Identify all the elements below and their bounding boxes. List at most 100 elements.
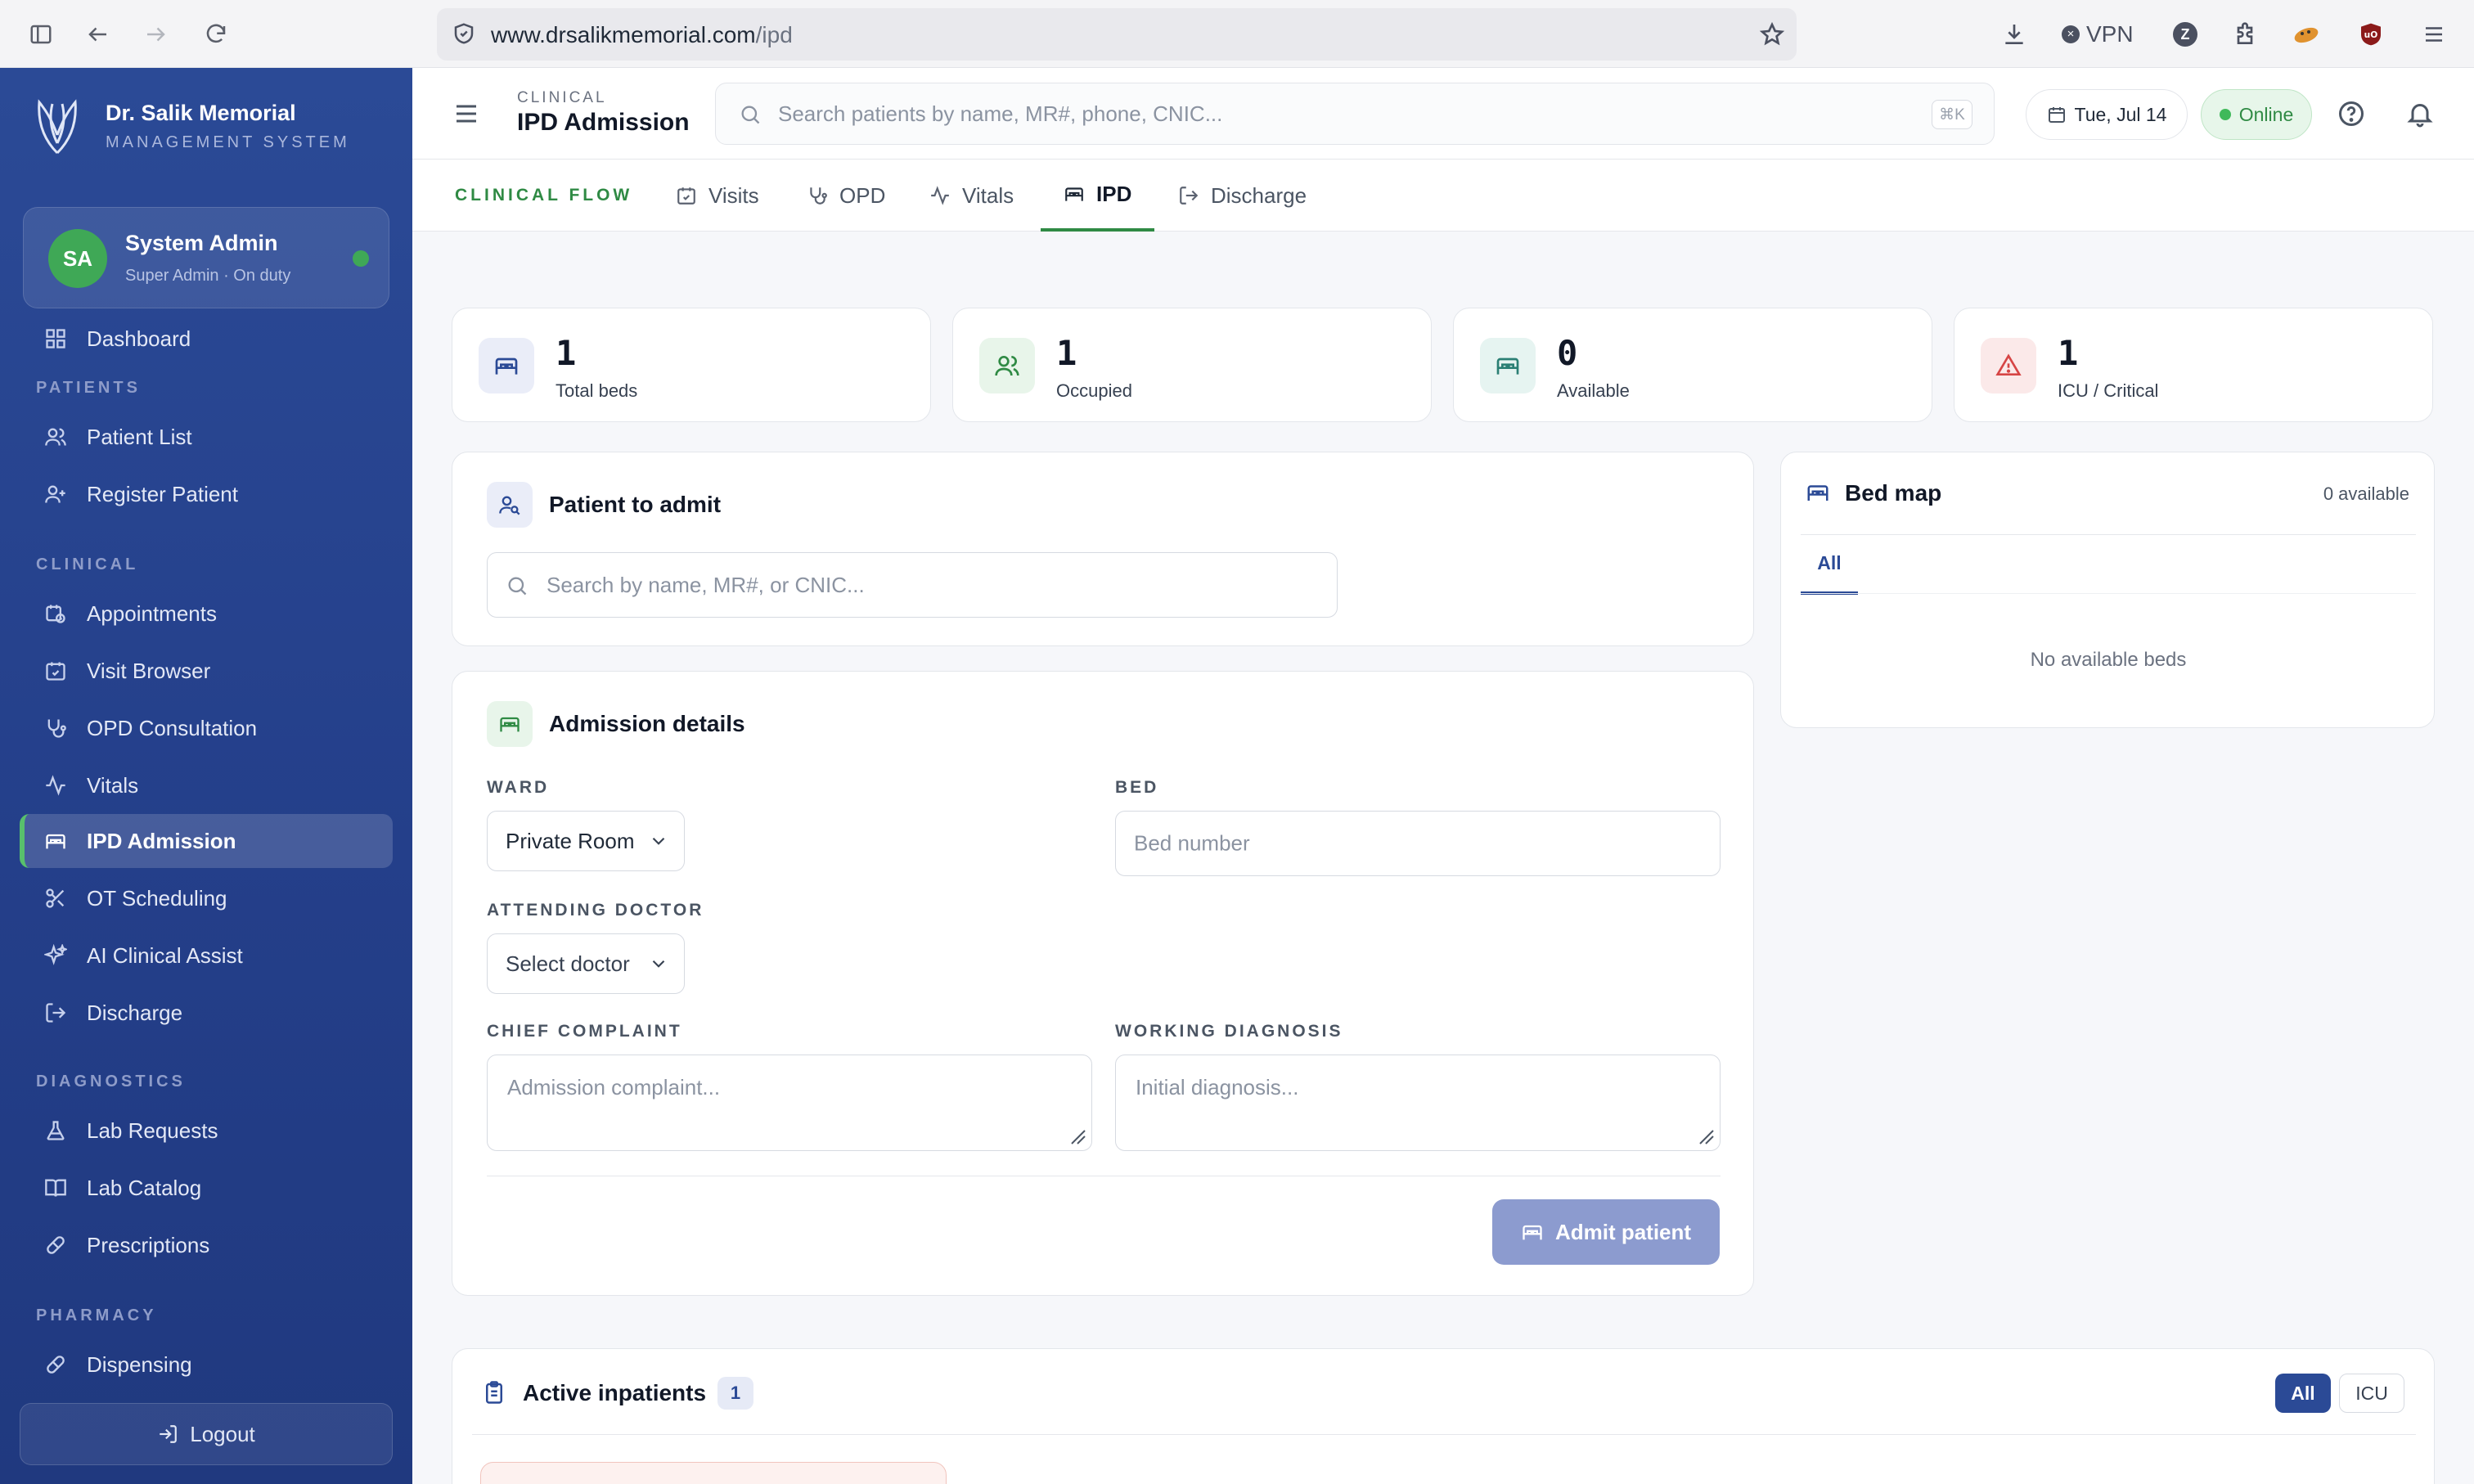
logo-icon	[33, 94, 82, 156]
sidebar-item-register-patient[interactable]: Register Patient	[20, 467, 393, 521]
user-plus-icon	[41, 479, 70, 509]
stat-card-occupied: 1 Occupied	[952, 308, 1432, 422]
hamburger-menu-icon[interactable]	[452, 99, 481, 128]
bell-icon[interactable]	[2405, 99, 2435, 128]
filter-all-button[interactable]: All	[2275, 1374, 2331, 1413]
sidebar-item-patient-list[interactable]: Patient List	[20, 410, 393, 464]
svg-text:uO: uO	[2364, 29, 2378, 40]
diagnosis-placeholder: Initial diagnosis...	[1136, 1075, 1299, 1100]
sidebar-item-appointments[interactable]: Appointments	[20, 587, 393, 641]
bed-icon	[479, 338, 534, 393]
address-bar[interactable]: www.drsalikmemorial.com/ipd	[437, 8, 1797, 61]
ward-select[interactable]: Private Room	[487, 811, 685, 871]
sidebar-item-lab-requests[interactable]: Lab Requests	[20, 1104, 393, 1158]
sidebar-item-discharge[interactable]: Discharge	[20, 986, 393, 1040]
global-search-input[interactable]: Search patients by name, MR#, phone, CNI…	[715, 83, 1995, 145]
back-icon[interactable]	[82, 18, 115, 51]
sidebar-item-dashboard[interactable]: Dashboard	[20, 318, 393, 359]
tab-vitals[interactable]: Vitals	[929, 160, 1014, 232]
patient-search-placeholder: Search by name, MR#, or CNIC...	[547, 573, 865, 597]
admit-patient-button[interactable]: Admit patient	[1492, 1199, 1720, 1265]
sidebar-item-dispensing[interactable]: Dispensing	[20, 1338, 393, 1392]
stethoscope-icon	[41, 713, 70, 743]
download-icon[interactable]	[2001, 18, 2027, 51]
working-diagnosis-textarea[interactable]: Initial diagnosis...	[1115, 1055, 1721, 1151]
clinical-flow-tabs: CLINICAL FLOW Visits OPD Vitals IPD Disc…	[412, 160, 2474, 232]
empty-state-text: No available beds	[2030, 649, 2187, 671]
vpn-off-icon: ×	[2062, 25, 2080, 43]
stat-value: 1	[1056, 333, 1077, 373]
tab-visits[interactable]: Visits	[676, 160, 759, 232]
vpn-label: VPN	[2086, 21, 2134, 47]
section-heading-patients: PATIENTS	[36, 379, 141, 397]
inpatients-count-badge: 1	[717, 1377, 753, 1410]
tab-label: Vitals	[962, 182, 1014, 208]
dashboard-grid-icon	[41, 324, 70, 353]
bookmark-star-icon[interactable]	[1759, 21, 1785, 47]
clinical-flow-label: CLINICAL FLOW	[455, 186, 633, 205]
chief-complaint-textarea[interactable]: Admission complaint...	[487, 1055, 1092, 1151]
resize-handle-icon[interactable]	[1068, 1127, 1086, 1145]
date-pill[interactable]: Tue, Jul 14	[2026, 89, 2188, 140]
sidebar-item-visit-browser[interactable]: Visit Browser	[20, 644, 393, 698]
bed-icon	[1521, 1221, 1544, 1243]
url-text: www.drsalikmemorial.com/ipd	[491, 22, 793, 47]
search-placeholder: Search patients by name, MR#, phone, CNI…	[778, 101, 1223, 126]
sidebar: Dr. Salik Memorial MANAGEMENT SYSTEM SA …	[0, 68, 412, 1484]
stat-value: 0	[1557, 333, 1578, 373]
tab-opd[interactable]: OPD	[807, 160, 885, 232]
sidebar-item-vitals[interactable]: Vitals	[20, 758, 393, 812]
attending-doctor-select[interactable]: Select doctor	[487, 933, 685, 994]
calendar-clock-icon	[41, 599, 70, 628]
sidebar-toggle-icon[interactable]	[25, 18, 57, 51]
attending-doctor-label: ATTENDING DOCTOR	[487, 901, 704, 920]
inpatient-row[interactable]	[480, 1462, 947, 1484]
calendar-icon	[2047, 105, 2067, 124]
sidebar-item-lab-catalog[interactable]: Lab Catalog	[20, 1161, 393, 1215]
ublock-shield-icon[interactable]: uO	[2358, 18, 2384, 51]
bed-number-input[interactable]: Bed number	[1115, 811, 1721, 876]
sidebar-item-ipd-admission[interactable]: IPD Admission	[20, 814, 393, 868]
bed-map-tab-all[interactable]: All	[1801, 534, 1858, 595]
sidebar-item-ot-scheduling[interactable]: OT Scheduling	[20, 871, 393, 925]
log-out-icon	[157, 1423, 178, 1445]
ward-value: Private Room	[506, 828, 635, 853]
extension-z-icon[interactable]: Z	[2173, 18, 2197, 51]
stat-label: Occupied	[1056, 380, 1132, 401]
reload-icon[interactable]	[200, 18, 232, 51]
filter-icu-button[interactable]: ICU	[2339, 1374, 2404, 1413]
sidebar-item-opd-consultation[interactable]: OPD Consultation	[20, 701, 393, 755]
sidebar-item-ai-clinical-assist[interactable]: AI Clinical Assist	[20, 929, 393, 983]
resize-handle-icon[interactable]	[1697, 1127, 1715, 1145]
user-search-icon	[487, 482, 533, 528]
bed-map-card: Bed map 0 available All No available bed…	[1780, 452, 2435, 728]
sidebar-item-prescriptions[interactable]: Prescriptions	[20, 1218, 393, 1272]
help-icon[interactable]	[2337, 99, 2366, 128]
logout-button[interactable]: Logout	[20, 1403, 393, 1465]
stat-card-available: 0 Available	[1453, 308, 1932, 422]
vpn-button[interactable]: × VPN	[2062, 18, 2134, 51]
sidebar-item-label: Prescriptions	[87, 1232, 210, 1257]
calendar-check-icon	[676, 185, 697, 206]
section-heading-pharmacy: PHARMACY	[36, 1306, 157, 1324]
alert-triangle-icon	[1981, 338, 2036, 393]
forward-icon[interactable]	[139, 18, 172, 51]
working-diagnosis-label: WORKING DIAGNOSIS	[1115, 1022, 1343, 1041]
chevron-down-icon	[648, 830, 669, 852]
tab-discharge[interactable]: Discharge	[1178, 160, 1307, 232]
clipboard-list-icon	[482, 1380, 506, 1405]
sidebar-item-label: OT Scheduling	[87, 885, 227, 911]
stat-value: 1	[556, 333, 577, 373]
bed-icon	[487, 701, 533, 747]
bed-label: BED	[1115, 778, 1159, 797]
tab-ipd[interactable]: IPD	[1041, 160, 1155, 232]
patient-search-input[interactable]: Search by name, MR#, or CNIC...	[487, 552, 1338, 618]
extensions-puzzle-icon[interactable]	[2232, 18, 2258, 51]
extension-cheetah-icon[interactable]	[2292, 18, 2320, 51]
user-card[interactable]: SA System Admin Super Admin · On duty	[23, 207, 389, 308]
brand-name: Dr. Salik Memorial	[106, 101, 296, 125]
activity-icon	[929, 185, 951, 206]
log-out-icon	[41, 998, 70, 1028]
browser-menu-icon[interactable]	[2422, 18, 2446, 51]
browser-toolbar: www.drsalikmemorial.com/ipd × VPN Z uO	[0, 0, 2474, 68]
